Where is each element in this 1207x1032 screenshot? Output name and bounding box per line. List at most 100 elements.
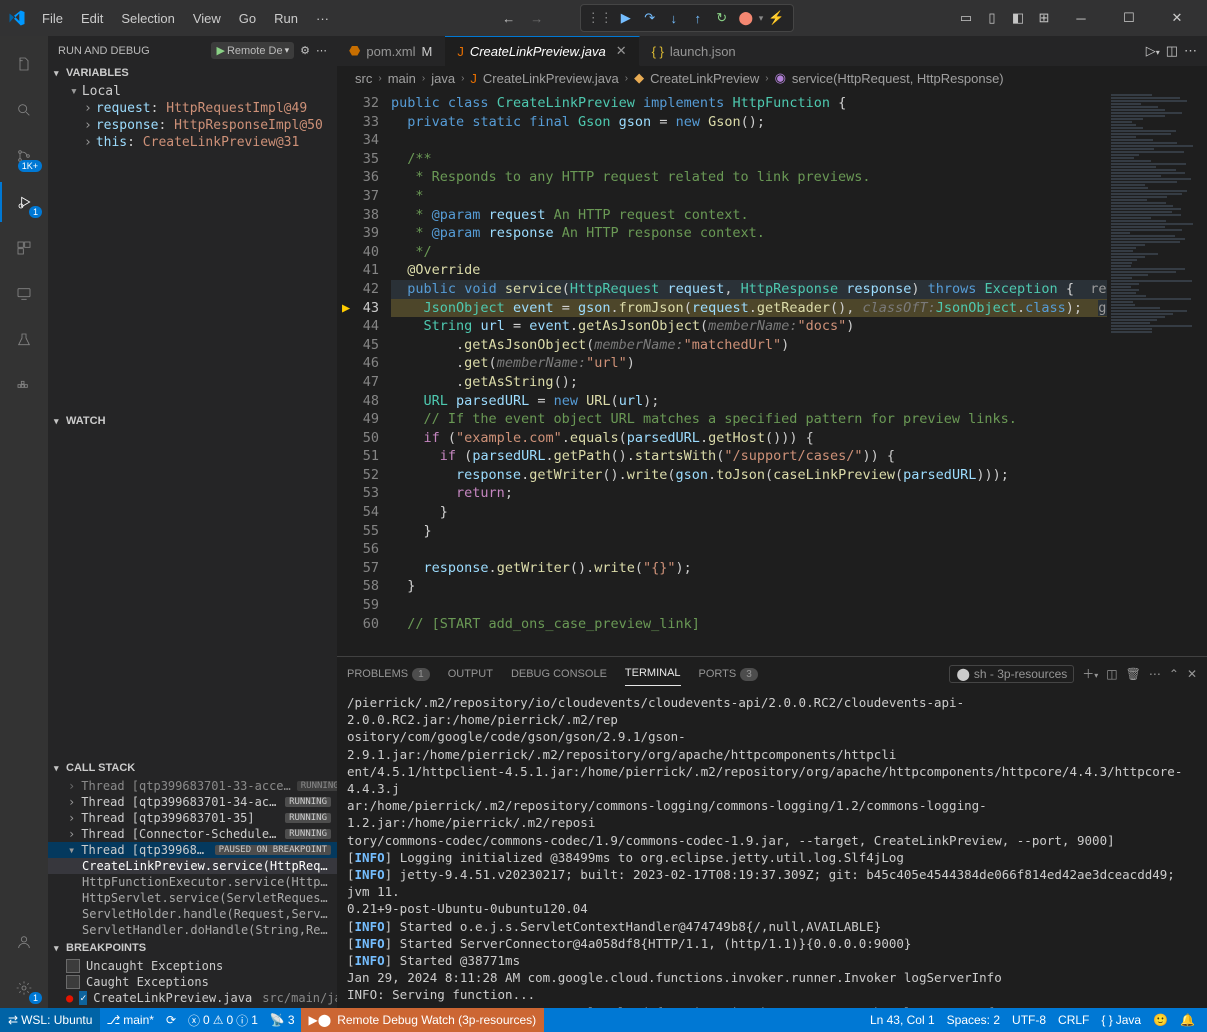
minimize-button[interactable]: ─ [1059,4,1103,32]
menu-run[interactable]: Run [266,7,306,30]
breakpoint-row[interactable]: Caught Exceptions [48,974,337,990]
breadcrumb-item[interactable]: java [431,71,455,86]
watch-section-header[interactable]: ▾WATCH [48,413,337,429]
more-icon[interactable]: ⋯ [1149,667,1161,681]
panel-tab-problems[interactable]: PROBLEMS1 [347,662,430,686]
variable-row[interactable]: ›request: HttpRequestImpl@49 [48,100,337,117]
menu-go[interactable]: Go [231,7,264,30]
sidebar-toggle-icon[interactable]: ◧ [1007,7,1029,29]
more-icon[interactable]: ⋯ [316,44,327,57]
breadcrumb-item[interactable]: CreateLinkPreview.java [483,71,619,86]
step-out-button[interactable]: ↑ [687,7,709,29]
stack-frame[interactable]: ServletHandler.doHandle(String,Reque… [48,922,337,938]
encoding[interactable]: UTF-8 [1006,1008,1052,1032]
breakpoint-row[interactable]: Uncaught Exceptions [48,958,337,974]
notifications-icon[interactable]: 🔔 [1174,1008,1201,1032]
scope-local[interactable]: ▾Local [48,83,337,100]
new-terminal-icon[interactable]: ＋▾ [1082,665,1098,682]
checkbox[interactable]: ✓ [79,991,87,1005]
start-debug-icon[interactable]: ▶ [216,44,224,57]
panel-tab-output[interactable]: OUTPUT [448,662,493,686]
settings-icon[interactable]: 1 [0,968,48,1008]
drag-handle-icon[interactable]: ⋮⋮ [587,10,613,26]
variables-section-header[interactable]: ▾VARIABLES [48,65,337,81]
thread-row[interactable]: ›Thread [Connector-Scheduler-…RUNNING [48,826,337,842]
breadcrumb-item[interactable]: service(HttpRequest, HttpResponse) [792,71,1004,86]
nav-back-button[interactable]: ← [498,7,520,29]
customize-layout-icon[interactable]: ⊞ [1033,7,1055,29]
panel-tab-ports[interactable]: PORTS3 [699,662,758,686]
split-terminal-icon[interactable]: ◫ [1106,667,1117,681]
feedback-icon[interactable]: 🙂 [1147,1008,1174,1032]
thread-row[interactable]: ▾Thread [qtp39968…PAUSED ON BREAKPOINT [48,842,337,858]
problems-indicator[interactable]: ⓧ0⚠0ⓘ1 [182,1008,264,1032]
more-actions-icon[interactable]: ⋯ [1184,43,1197,59]
run-button[interactable]: ▷▾ [1146,43,1160,59]
panel-tab-terminal[interactable]: TERMINAL [625,661,681,686]
maximize-button[interactable]: ☐ [1107,4,1151,32]
run-debug-icon[interactable]: 1 [0,182,48,222]
tab-CreateLinkPreview.java[interactable]: JCreateLinkPreview.java✕ [445,36,639,66]
maximize-panel-icon[interactable]: ⌃ [1169,667,1179,681]
sync-indicator[interactable]: ⟳ [160,1008,182,1032]
thread-row[interactable]: ›Thread [qtp399683701-35]RUNNING [48,810,337,826]
language-mode[interactable]: { }Java [1095,1008,1147,1032]
kill-terminal-icon[interactable]: 🗑 [1126,667,1141,681]
breakpoints-section-header[interactable]: ▾BREAKPOINTS [48,940,337,956]
panel-tab-debug console[interactable]: DEBUG CONSOLE [511,662,607,686]
debug-config-selector[interactable]: ▶ Remote De ▾ [211,42,294,59]
breadcrumb-item[interactable]: main [388,71,416,86]
tab-pom.xml[interactable]: ⬣pom.xmlM [337,37,445,65]
docker-icon[interactable] [0,366,48,406]
stack-frame[interactable]: CreateLinkPreview.service(HttpReques… [48,858,337,874]
menu-···[interactable]: ··· [308,7,337,30]
close-button[interactable]: ✕ [1155,4,1199,32]
accounts-icon[interactable] [0,922,48,962]
step-over-button[interactable]: ↷ [639,7,661,29]
variable-row[interactable]: ›response: HttpResponseImpl@50 [48,117,337,134]
breakpoint-row[interactable]: ●✓CreateLinkPreview.javasrc/main/java43 [48,990,337,1006]
tab-launch.json[interactable]: { }launch.json [640,38,749,65]
variable-row[interactable]: ›this: CreateLinkPreview@31 [48,134,337,151]
terminal-output[interactable]: /pierrick/.m2/repository/io/cloudevents/… [337,690,1207,1008]
menu-edit[interactable]: Edit [73,7,111,30]
split-editor-icon[interactable]: ◫ [1166,43,1178,59]
menu-view[interactable]: View [185,7,229,30]
ports-indicator[interactable]: 📡3 [264,1008,301,1032]
breadcrumb-item[interactable]: src [355,71,372,86]
breadcrumb-item[interactable]: CreateLinkPreview [650,71,759,86]
thread-row[interactable]: ›Thread [qtp399683701-34-acce…RUNNING [48,794,337,810]
search-icon[interactable] [0,90,48,130]
stop-button[interactable]: ⬤ [735,7,757,29]
continue-button[interactable]: ▶ [615,7,637,29]
terminal-selector[interactable]: ⬤sh - 3p-resources [949,665,1074,683]
close-tab-icon[interactable]: ✕ [616,43,627,59]
branch-indicator[interactable]: ⎇main* [100,1008,160,1032]
restart-button[interactable]: ↻ [711,7,733,29]
testing-icon[interactable] [0,320,48,360]
stack-frame[interactable]: HttpServlet.service(ServletRequest,S… [48,890,337,906]
remote-explorer-icon[interactable] [0,274,48,314]
remote-indicator[interactable]: ⇄WSL: Ubuntu [0,1008,100,1032]
layout-toggle-icon[interactable]: ▭ [955,7,977,29]
extensions-icon[interactable] [0,228,48,268]
code-content[interactable]: public class CreateLinkPreview implement… [391,90,1107,656]
explorer-icon[interactable] [0,44,48,84]
step-into-button[interactable]: ↓ [663,7,685,29]
line-gutter[interactable]: 3233343536373839404142▶43444546474849505… [343,90,391,656]
panel-toggle-icon[interactable]: ▯ [981,7,1003,29]
cursor-position[interactable]: Ln 43, Col 1 [864,1008,941,1032]
stack-frame[interactable]: ServletHolder.handle(Request,Servlet… [48,906,337,922]
eol[interactable]: CRLF [1052,1008,1095,1032]
indentation[interactable]: Spaces: 2 [941,1008,1006,1032]
minimap[interactable] [1107,90,1207,656]
gear-icon[interactable]: ⚙ [300,44,310,57]
stack-frame[interactable]: HttpFunctionExecutor.service(HttpSer… [48,874,337,890]
debug-status[interactable]: ▶⬤Remote Debug Watch (3p-resources) [301,1008,545,1032]
checkbox[interactable] [66,975,80,989]
hot-reload-button[interactable]: ⚡ [765,7,787,29]
menu-selection[interactable]: Selection [113,7,182,30]
menu-file[interactable]: File [34,7,71,30]
breadcrumbs[interactable]: src ›main ›java ›JCreateLinkPreview.java… [337,66,1207,90]
nav-forward-button[interactable]: → [526,7,548,29]
